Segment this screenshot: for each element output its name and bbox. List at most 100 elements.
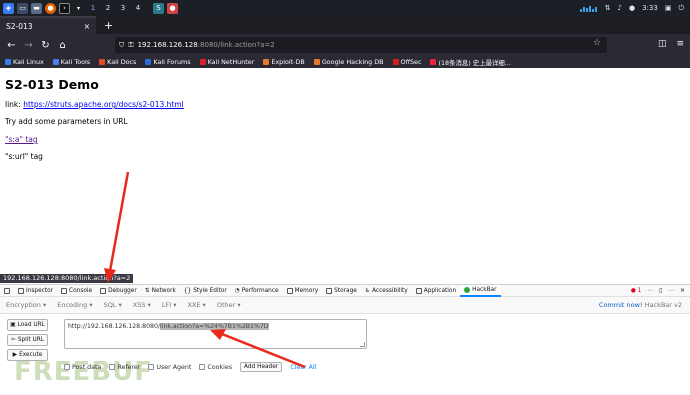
hackbar-menu: Encryption ▾ Encoding ▾ SQL ▾ XSS ▾ LFI … — [0, 297, 690, 314]
tab-title: S2-013 — [6, 21, 33, 31]
bookmark-google-hacking-db[interactable]: Google Hacking DB — [313, 58, 384, 66]
tab-storage[interactable]: Storage — [322, 285, 361, 297]
struts-window-icon[interactable]: S — [153, 2, 164, 14]
bookmark-offsec[interactable]: OffSec — [392, 58, 421, 66]
user-agent-checkbox[interactable]: User Agent — [148, 364, 191, 371]
menu-xss[interactable]: XSS ▾ — [133, 301, 151, 309]
menu-label: LFI — [161, 301, 172, 309]
files-icon[interactable]: ▬ — [31, 2, 42, 14]
cookies-checkbox[interactable]: Cookies — [199, 364, 232, 371]
bookmark-label: Kali Docs — [107, 58, 137, 66]
network-icon[interactable]: ⇅ — [605, 4, 611, 12]
add-header-button[interactable]: Add Header — [240, 362, 283, 372]
pocket-icon[interactable]: ◫ — [658, 39, 667, 49]
bookmark-kali-docs[interactable]: Kali Docs — [99, 58, 136, 66]
referer-checkbox[interactable]: Referer — [109, 364, 140, 371]
firefox-window-icon[interactable]: ● — [167, 2, 178, 14]
tab-s2-013[interactable]: S2-013 × — [0, 16, 96, 34]
dropdown-icon[interactable]: ▾ — [73, 3, 84, 14]
split-url-button[interactable]: ✂ Split URL — [7, 334, 48, 346]
tab-label: Storage — [334, 287, 357, 294]
clear-all-link[interactable]: Clear All — [290, 364, 316, 371]
resize-handle-icon[interactable] — [360, 342, 365, 347]
terminal-icon[interactable]: › — [59, 2, 70, 14]
bookmark-kali-forums[interactable]: Kali Forums — [145, 58, 191, 66]
bookmark-kali-linux[interactable]: Kali Linux — [5, 58, 44, 66]
menu-label: Encryption — [6, 301, 41, 309]
tab-network[interactable]: ⇅ Network — [141, 285, 180, 297]
tab-application[interactable]: Application — [412, 285, 460, 297]
bookmark-star-icon[interactable]: ☆ — [593, 38, 601, 48]
tab-hackbar[interactable]: HackBar — [460, 284, 501, 297]
shield-icon[interactable]: ⛉ — [119, 41, 124, 50]
new-tab-button[interactable]: + — [96, 16, 121, 34]
tab-console[interactable]: Console — [57, 285, 96, 297]
tab-inspector[interactable]: Inspector — [14, 285, 57, 297]
menu-other[interactable]: Other ▾ — [217, 301, 241, 309]
pick-element-icon[interactable] — [0, 285, 14, 297]
commit-link[interactable]: Commit now! HackBar v2 — [599, 301, 690, 309]
workspace-4[interactable]: 4 — [132, 4, 144, 12]
tab-memory[interactable]: Memory — [283, 285, 323, 297]
kali-menu-icon[interactable]: ◈ — [3, 2, 14, 14]
menu-icon[interactable]: ≡ — [676, 39, 684, 49]
workspace-1[interactable]: 1 — [87, 4, 99, 12]
error-count-badge[interactable]: ● 1 — [631, 288, 642, 294]
kali-forums-icon — [145, 59, 152, 65]
url-bar[interactable]: ⛉ ⚿ 192.168.126.128:8080/link.action?a=2… — [115, 37, 607, 53]
surl-tag-text: "s:url" tag — [5, 152, 43, 161]
volume-icon[interactable]: ♪ — [618, 4, 622, 12]
workspace-2[interactable]: 2 — [102, 4, 114, 12]
back-icon[interactable]: ← — [3, 40, 20, 51]
reload-icon[interactable]: ↻ — [37, 40, 54, 51]
split-icon: ✂ — [10, 337, 16, 343]
workspace-3[interactable]: 3 — [117, 4, 129, 12]
storage-icon — [326, 287, 333, 294]
devtools-menu-icon[interactable]: ⋯ — [668, 288, 674, 294]
time: 3:33 — [642, 4, 658, 12]
menu-sql[interactable]: SQL ▾ — [104, 301, 122, 309]
overflow-icon[interactable]: ⋯ — [647, 288, 653, 294]
notification-icon[interactable]: ● — [629, 4, 635, 12]
bookmark-label: Kali Linux — [13, 58, 44, 66]
bookmark-kali-nethunter[interactable]: Kali NetHunter — [199, 58, 254, 66]
tab-performance[interactable]: ◔ Performance — [231, 285, 283, 297]
exploit-db-icon — [263, 59, 270, 65]
tab-style-editor[interactable]: {} Style Editor — [180, 285, 231, 297]
struts-docs-link[interactable]: https://struts.apache.org/docs/s2-013.ht… — [23, 100, 184, 109]
tab-close-icon[interactable]: × — [84, 22, 90, 31]
bookmark-csdn[interactable]: (18条消息) 史上最详细... — [430, 58, 511, 67]
firefox-icon[interactable]: ● — [45, 2, 56, 14]
dock-icon[interactable]: ▯ — [659, 288, 662, 294]
sa-tag-link[interactable]: "s:a" tag — [5, 135, 38, 144]
desktop-icon[interactable]: ▭ — [17, 2, 28, 14]
kali-icon — [52, 59, 59, 65]
lock-icon[interactable]: ▣ — [665, 4, 672, 12]
tab-debugger[interactable]: Debugger — [96, 285, 141, 297]
execute-button[interactable]: ▶ Execute — [7, 349, 48, 361]
post-data-checkbox[interactable]: Post data — [64, 364, 101, 371]
kali-icon — [5, 59, 11, 65]
url-prefix: http://192.168.126.128:8080/ — [68, 323, 161, 330]
error-count: 1 — [637, 287, 642, 294]
menu-encryption[interactable]: Encryption ▾ — [6, 301, 46, 309]
bookmarks-toolbar: Kali Linux Kali Tools Kali Docs Kali For… — [0, 56, 690, 68]
checkbox-label: Cookies — [207, 363, 233, 371]
url-text[interactable]: 192.168.126.128:8080/link.action?a=2 — [138, 41, 275, 49]
home-icon[interactable]: ⌂ — [54, 40, 71, 51]
application-icon — [415, 287, 422, 294]
hackbar-url-textarea[interactable]: http://192.168.126.128:8080/link.action?… — [64, 319, 367, 349]
bookmark-kali-tools[interactable]: Kali Tools — [52, 58, 90, 66]
tab-accessibility[interactable]: ♿ Accessibility — [361, 285, 412, 297]
forward-icon[interactable]: → — [20, 40, 37, 51]
page-info-icon[interactable]: ⚿ — [128, 41, 133, 50]
devtools-close-icon[interactable]: ✕ — [680, 288, 685, 294]
bookmark-exploit-db[interactable]: Exploit-DB — [263, 58, 305, 66]
menu-lfi[interactable]: LFI ▾ — [162, 301, 177, 309]
checkbox-icon — [109, 364, 116, 370]
bookmark-label: Google Hacking DB — [321, 58, 384, 66]
load-url-button[interactable]: ▣ Load URL — [7, 319, 48, 331]
menu-xxe[interactable]: XXE ▾ — [187, 301, 205, 309]
power-icon[interactable]: ⏻ — [678, 4, 684, 13]
menu-encoding[interactable]: Encoding ▾ — [57, 301, 92, 309]
